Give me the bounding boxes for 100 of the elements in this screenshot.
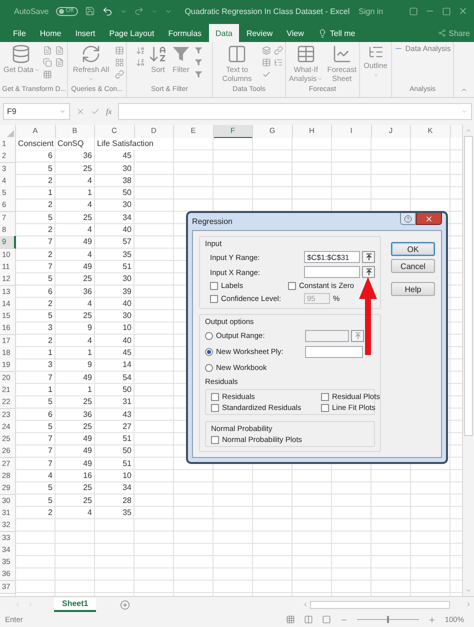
dialog-title: Regression: [192, 216, 232, 226]
table-cell-text: 4: [86, 199, 93, 212]
table-cell-text: 36: [82, 150, 93, 162]
table-cell-text: 7: [47, 260, 54, 273]
ribbon-tab[interactable]: View: [280, 24, 311, 42]
table-cell-text: 7: [47, 372, 54, 384]
table-cell-text: 45: [122, 150, 132, 162]
table-cell-text: 7: [47, 433, 54, 446]
table-cell-text: 25: [82, 162, 93, 175]
table-cell-text: 49: [82, 260, 93, 273]
table-cell-text: 9: [86, 322, 93, 334]
table-cell-text: 35: [122, 248, 132, 261]
table-cell-text: 4: [86, 334, 93, 347]
table-cell-text: 5: [47, 273, 54, 286]
table-cell-text: 2: [47, 199, 54, 212]
table-cell-text: 49: [82, 433, 93, 446]
table-cell: ConSQ: [56, 138, 94, 150]
table-cell-text: 2: [47, 248, 54, 261]
table-cell-text: 57: [122, 236, 132, 248]
table-cell-text: 40: [122, 298, 132, 310]
table-cell-text: 25: [82, 310, 93, 322]
table-cell-text: 30: [122, 310, 132, 322]
table-cell-text: 3: [47, 322, 54, 334]
table-cell-text: 1: [86, 384, 93, 396]
table-cell-text: 50: [122, 445, 132, 458]
table-cell-text: 49: [82, 372, 93, 384]
table-cell-text: 7: [47, 236, 54, 248]
ribbon-tab[interactable]: Data: [208, 24, 240, 42]
table-cell-text: 25: [82, 396, 93, 408]
table-cell-text: 1: [86, 187, 93, 200]
table-cell-text: 4: [47, 470, 54, 482]
table-cell-text: 7: [47, 458, 54, 470]
table-cell-text: 35: [122, 506, 132, 519]
table-cell: Conscient: [16, 138, 54, 150]
table-cell-text: 4: [86, 224, 93, 236]
table-cell-text: 5: [47, 310, 54, 322]
dialog-button[interactable]: Cancel: [391, 259, 435, 273]
table-cell-text: 4: [86, 298, 93, 310]
insert-function-button[interactable]: fx: [106, 106, 112, 116]
table-cell-text: 2: [47, 334, 54, 347]
table-cell-text: 45: [122, 347, 132, 360]
table-cell-text: 10: [122, 322, 132, 334]
table-cell-text: 40: [122, 224, 132, 236]
table-cell-text: 25: [82, 273, 93, 286]
table-cell-text: 2: [47, 224, 54, 236]
table-cell-text: 1: [86, 347, 93, 360]
table-cell-text: 9: [86, 359, 93, 372]
table-cell-text: 39: [122, 286, 132, 298]
table-cell-text: 27: [122, 420, 132, 433]
table-cell-text: 6: [47, 150, 54, 162]
table-cell-text: 25: [82, 420, 93, 433]
sheet-tab[interactable]: Sheet1: [54, 598, 96, 612]
table-cell-text: 36: [82, 408, 93, 421]
table-cell-text: 40: [122, 334, 132, 347]
table-cell-text: 49: [82, 445, 93, 458]
table-cell-text: 14: [122, 359, 132, 372]
dialog-button[interactable]: OK: [391, 242, 435, 256]
ribbon-tab[interactable]: Review: [239, 24, 280, 42]
table-cell-text: 54: [122, 372, 132, 384]
table-cell-text: 30: [122, 273, 132, 286]
table-cell-text: 1: [47, 384, 54, 396]
ribbon-tab[interactable]: Formulas: [161, 24, 209, 42]
ribbon-tab[interactable]: Page Layout: [102, 24, 162, 42]
ribbon-tab[interactable]: File: [6, 24, 33, 42]
table-cell-text: 50: [122, 187, 132, 200]
table-cell-text: 43: [122, 408, 132, 421]
table-cell-text: 36: [82, 286, 93, 298]
table-cell-text: 5: [47, 420, 54, 433]
table-cell-text: 5: [47, 494, 54, 507]
table-cell-text: 51: [122, 260, 132, 273]
tell-me-search[interactable]: Tell me: [310, 24, 362, 42]
table-cell-text: 25: [82, 494, 93, 507]
table-cell-text: 7: [47, 445, 54, 458]
table-cell-text: 34: [122, 212, 132, 224]
ribbon-tab[interactable]: Home: [32, 24, 68, 42]
table-cell-text: 1: [47, 187, 54, 200]
table-cell-text: 25: [82, 482, 93, 494]
table-cell-text: 5: [47, 162, 54, 175]
ribbon-tab[interactable]: Insert: [68, 24, 102, 42]
table-cell-text: 2: [47, 298, 54, 310]
table-cell-text: 10: [122, 470, 132, 482]
table-cell-text: 6: [47, 286, 54, 298]
table-cell-text: 50: [122, 384, 132, 396]
dialog-button[interactable]: Help: [391, 282, 435, 296]
table-cell-text: 4: [86, 506, 93, 519]
table-cell-text: 4: [86, 174, 93, 187]
table-cell-text: 5: [47, 396, 54, 408]
table-cell-text: 1: [47, 347, 54, 360]
table-cell-text: 49: [82, 236, 93, 248]
table-cell-text: 5: [47, 482, 54, 494]
window-title: Quadratic Regression In Class Dataset - Excel: [184, 6, 350, 16]
table-cell-text: 30: [122, 162, 132, 175]
table-cell-text: 31: [122, 396, 132, 408]
table-cell: Life Satisfaction: [95, 138, 173, 150]
table-cell-text: 5: [47, 212, 54, 224]
table-cell-text: 49: [82, 458, 93, 470]
name-box[interactable]: F9: [3, 102, 70, 120]
table-cell-text: 51: [122, 433, 132, 446]
table-cell-text: 2: [47, 174, 54, 187]
table-cell-text: 25: [82, 212, 93, 224]
